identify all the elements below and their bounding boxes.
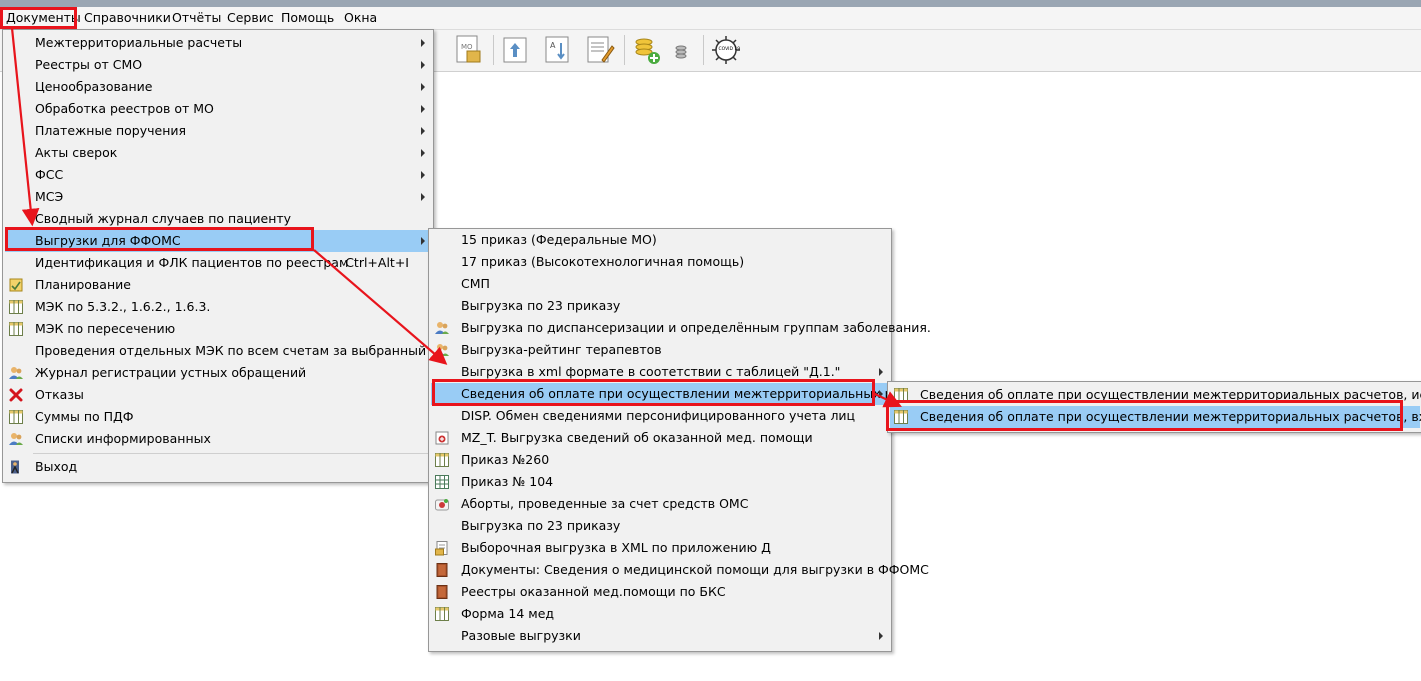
annotation-arrows [10, 27, 902, 408]
arrow-ffoms-to-mezhter [313, 249, 448, 365]
arrow-mezhter-to-incoming [872, 391, 902, 408]
arrow-documents-to-ffoms [10, 27, 40, 227]
